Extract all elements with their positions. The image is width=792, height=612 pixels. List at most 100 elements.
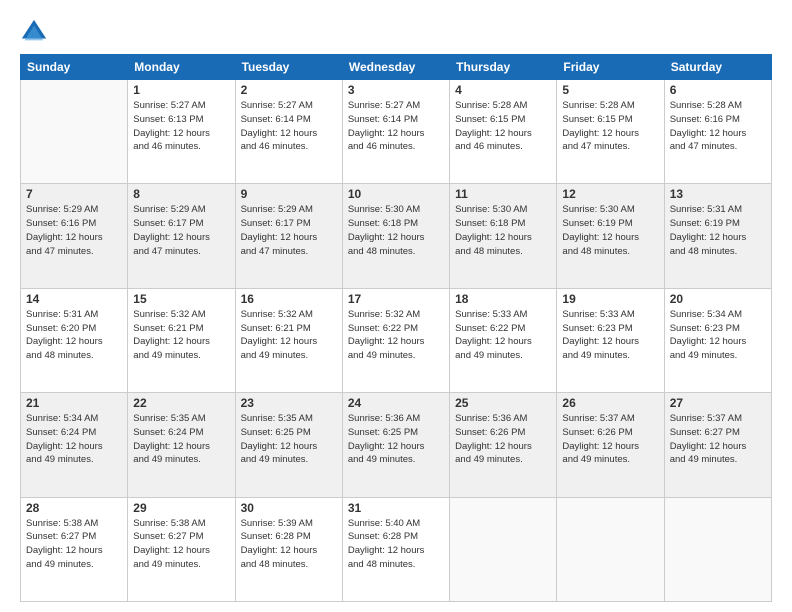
day-number: 7 — [26, 187, 122, 201]
day-info: Sunrise: 5:32 AM Sunset: 6:21 PM Dayligh… — [133, 308, 229, 363]
day-number: 1 — [133, 83, 229, 97]
day-cell: 11 Sunrise: 5:30 AM Sunset: 6:18 PM Dayli… — [450, 184, 557, 288]
day-info: Sunrise: 5:30 AM Sunset: 6:18 PM Dayligh… — [455, 203, 551, 258]
day-cell: 17 Sunrise: 5:32 AM Sunset: 6:22 PM Dayli… — [342, 288, 449, 392]
day-cell: 22 Sunrise: 5:35 AM Sunset: 6:24 PM Dayli… — [128, 393, 235, 497]
day-number: 21 — [26, 396, 122, 410]
day-info: Sunrise: 5:29 AM Sunset: 6:17 PM Dayligh… — [241, 203, 337, 258]
day-info: Sunrise: 5:36 AM Sunset: 6:25 PM Dayligh… — [348, 412, 444, 467]
day-number: 11 — [455, 187, 551, 201]
week-row-3: 21 Sunrise: 5:34 AM Sunset: 6:24 PM Dayli… — [21, 393, 772, 497]
day-cell: 27 Sunrise: 5:37 AM Sunset: 6:27 PM Dayli… — [664, 393, 771, 497]
day-cell: 12 Sunrise: 5:30 AM Sunset: 6:19 PM Dayli… — [557, 184, 664, 288]
day-cell: 1 Sunrise: 5:27 AM Sunset: 6:13 PM Daylig… — [128, 80, 235, 184]
header-cell-friday: Friday — [557, 55, 664, 80]
day-number: 12 — [562, 187, 658, 201]
day-info: Sunrise: 5:29 AM Sunset: 6:16 PM Dayligh… — [26, 203, 122, 258]
day-cell: 25Sunrise: 5:36 AM Sunset: 6:26 PM Dayli… — [450, 393, 557, 497]
day-info: Sunrise: 5:33 AM Sunset: 6:22 PM Dayligh… — [455, 308, 551, 363]
day-cell: 29 Sunrise: 5:38 AM Sunset: 6:27 PM Dayli… — [128, 497, 235, 601]
day-cell: 23 Sunrise: 5:35 AM Sunset: 6:25 PM Dayli… — [235, 393, 342, 497]
day-number: 16 — [241, 292, 337, 306]
day-cell: 30 Sunrise: 5:39 AM Sunset: 6:28 PM Dayli… — [235, 497, 342, 601]
day-cell: 10 Sunrise: 5:30 AM Sunset: 6:18 PM Dayli… — [342, 184, 449, 288]
day-info: Sunrise: 5:31 AM Sunset: 6:19 PM Dayligh… — [670, 203, 766, 258]
day-number: 13 — [670, 187, 766, 201]
day-info: Sunrise: 5:37 AM Sunset: 6:26 PM Dayligh… — [562, 412, 658, 467]
day-info: Sunrise: 5:31 AM Sunset: 6:20 PM Dayligh… — [26, 308, 122, 363]
header-row: SundayMondayTuesdayWednesdayThursdayFrid… — [21, 55, 772, 80]
day-number: 3 — [348, 83, 444, 97]
day-cell: 19 Sunrise: 5:33 AM Sunset: 6:23 PM Dayli… — [557, 288, 664, 392]
day-number: 22 — [133, 396, 229, 410]
day-cell: 2 Sunrise: 5:27 AM Sunset: 6:14 PM Daylig… — [235, 80, 342, 184]
day-number: 28 — [26, 501, 122, 515]
day-number: 10 — [348, 187, 444, 201]
day-info: Sunrise: 5:38 AM Sunset: 6:27 PM Dayligh… — [133, 517, 229, 572]
day-number: 27 — [670, 396, 766, 410]
day-cell: 21 Sunrise: 5:34 AM Sunset: 6:24 PM Dayli… — [21, 393, 128, 497]
day-number: 14 — [26, 292, 122, 306]
day-cell — [450, 497, 557, 601]
day-cell: 14 Sunrise: 5:31 AM Sunset: 6:20 PM Dayli… — [21, 288, 128, 392]
day-cell: 20Sunrise: 5:34 AM Sunset: 6:23 PM Dayli… — [664, 288, 771, 392]
day-number: 17 — [348, 292, 444, 306]
day-info: Sunrise: 5:28 AM Sunset: 6:16 PM Dayligh… — [670, 99, 766, 154]
page: SundayMondayTuesdayWednesdayThursdayFrid… — [0, 0, 792, 612]
day-number: 29 — [133, 501, 229, 515]
day-cell: 16 Sunrise: 5:32 AM Sunset: 6:21 PM Dayli… — [235, 288, 342, 392]
day-cell: 24 Sunrise: 5:36 AM Sunset: 6:25 PM Dayli… — [342, 393, 449, 497]
day-info: Sunrise: 5:35 AM Sunset: 6:25 PM Dayligh… — [241, 412, 337, 467]
day-number: 25 — [455, 396, 551, 410]
day-cell — [664, 497, 771, 601]
header-cell-monday: Monday — [128, 55, 235, 80]
week-row-0: 1 Sunrise: 5:27 AM Sunset: 6:13 PM Daylig… — [21, 80, 772, 184]
day-number: 2 — [241, 83, 337, 97]
day-info: Sunrise: 5:27 AM Sunset: 6:14 PM Dayligh… — [241, 99, 337, 154]
day-info: Sunrise: 5:32 AM Sunset: 6:22 PM Dayligh… — [348, 308, 444, 363]
day-number: 6 — [670, 83, 766, 97]
day-info: Sunrise: 5:27 AM Sunset: 6:14 PM Dayligh… — [348, 99, 444, 154]
day-cell: 9 Sunrise: 5:29 AM Sunset: 6:17 PM Daylig… — [235, 184, 342, 288]
logo-icon — [20, 18, 48, 46]
day-number: 30 — [241, 501, 337, 515]
day-info: Sunrise: 5:28 AM Sunset: 6:15 PM Dayligh… — [562, 99, 658, 154]
day-number: 19 — [562, 292, 658, 306]
day-cell: 31Sunrise: 5:40 AM Sunset: 6:28 PM Dayli… — [342, 497, 449, 601]
week-row-1: 7 Sunrise: 5:29 AM Sunset: 6:16 PM Daylig… — [21, 184, 772, 288]
day-cell: 6 Sunrise: 5:28 AM Sunset: 6:16 PM Daylig… — [664, 80, 771, 184]
day-info: Sunrise: 5:29 AM Sunset: 6:17 PM Dayligh… — [133, 203, 229, 258]
logo — [20, 18, 52, 46]
day-info: Sunrise: 5:33 AM Sunset: 6:23 PM Dayligh… — [562, 308, 658, 363]
day-info: Sunrise: 5:27 AM Sunset: 6:13 PM Dayligh… — [133, 99, 229, 154]
day-info: Sunrise: 5:39 AM Sunset: 6:28 PM Dayligh… — [241, 517, 337, 572]
day-number: 15 — [133, 292, 229, 306]
day-number: 5 — [562, 83, 658, 97]
header-cell-wednesday: Wednesday — [342, 55, 449, 80]
day-number: 23 — [241, 396, 337, 410]
day-number: 26 — [562, 396, 658, 410]
week-row-4: 28 Sunrise: 5:38 AM Sunset: 6:27 PM Dayli… — [21, 497, 772, 601]
day-info: Sunrise: 5:30 AM Sunset: 6:19 PM Dayligh… — [562, 203, 658, 258]
day-cell: 7 Sunrise: 5:29 AM Sunset: 6:16 PM Daylig… — [21, 184, 128, 288]
day-info: Sunrise: 5:37 AM Sunset: 6:27 PM Dayligh… — [670, 412, 766, 467]
day-cell: 28Sunrise: 5:38 AM Sunset: 6:27 PM Dayli… — [21, 497, 128, 601]
day-cell — [557, 497, 664, 601]
day-info: Sunrise: 5:34 AM Sunset: 6:23 PM Dayligh… — [670, 308, 766, 363]
day-cell: 4Sunrise: 5:28 AM Sunset: 6:15 PM Daylig… — [450, 80, 557, 184]
day-cell: 15 Sunrise: 5:32 AM Sunset: 6:21 PM Dayli… — [128, 288, 235, 392]
day-info: Sunrise: 5:34 AM Sunset: 6:24 PM Dayligh… — [26, 412, 122, 467]
header-cell-tuesday: Tuesday — [235, 55, 342, 80]
day-info: Sunrise: 5:40 AM Sunset: 6:28 PM Dayligh… — [348, 517, 444, 572]
calendar-table: SundayMondayTuesdayWednesdayThursdayFrid… — [20, 54, 772, 602]
day-cell: 26 Sunrise: 5:37 AM Sunset: 6:26 PM Dayli… — [557, 393, 664, 497]
day-info: Sunrise: 5:30 AM Sunset: 6:18 PM Dayligh… — [348, 203, 444, 258]
day-info: Sunrise: 5:35 AM Sunset: 6:24 PM Dayligh… — [133, 412, 229, 467]
header-cell-sunday: Sunday — [21, 55, 128, 80]
day-cell: 13 Sunrise: 5:31 AM Sunset: 6:19 PM Dayli… — [664, 184, 771, 288]
day-number: 9 — [241, 187, 337, 201]
day-info: Sunrise: 5:32 AM Sunset: 6:21 PM Dayligh… — [241, 308, 337, 363]
day-number: 24 — [348, 396, 444, 410]
day-cell: 18Sunrise: 5:33 AM Sunset: 6:22 PM Dayli… — [450, 288, 557, 392]
day-cell: 3 Sunrise: 5:27 AM Sunset: 6:14 PM Daylig… — [342, 80, 449, 184]
